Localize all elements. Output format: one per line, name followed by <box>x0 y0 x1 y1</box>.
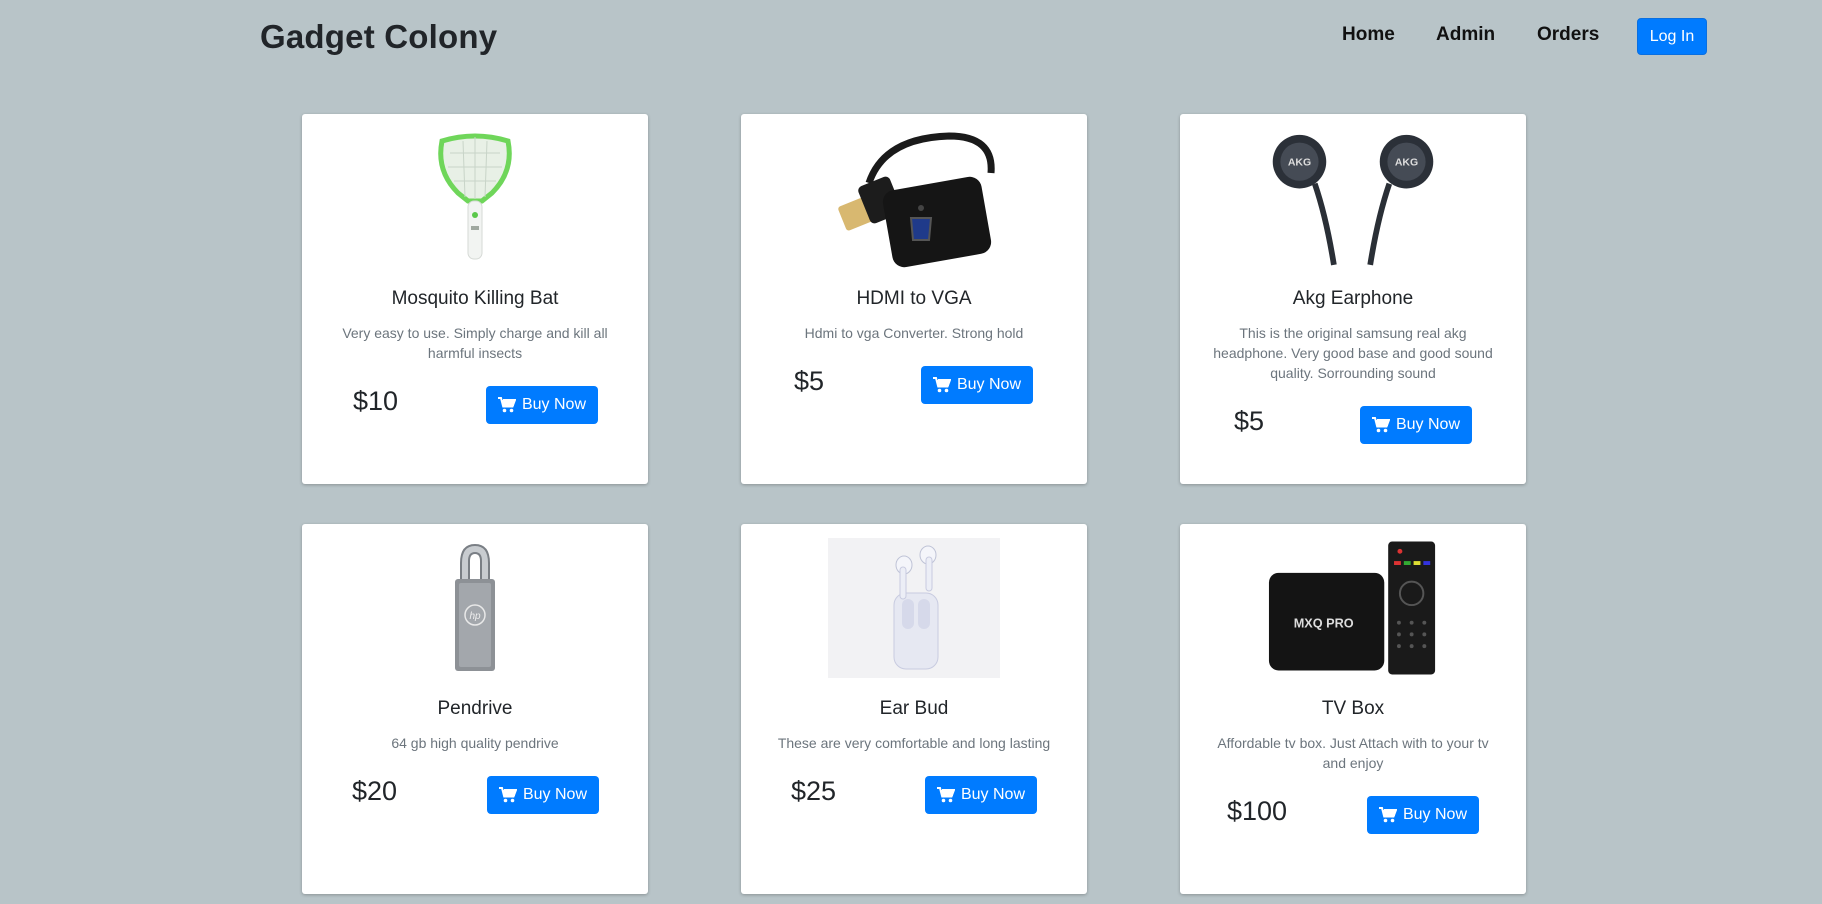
product-card-ear-bud: Ear Bud These are very comfortable and l… <box>741 524 1087 894</box>
product-price: $10 <box>353 386 399 416</box>
buy-now-button[interactable]: Buy Now <box>1360 406 1472 444</box>
nav-orders-link[interactable]: Orders <box>1537 24 1599 46</box>
tv-box-icon: MXQ PRO <box>1267 538 1439 678</box>
svg-text:hp: hp <box>469 611 481 622</box>
earphone-icon: AKG AKG <box>1267 128 1439 268</box>
earbuds-icon <box>828 538 1000 678</box>
product-card-tv-box: MXQ PRO TV Box Affordable tv box. Just A… <box>1180 524 1526 894</box>
buy-now-button[interactable]: Buy Now <box>486 386 598 424</box>
buy-now-button[interactable]: Buy Now <box>1367 796 1479 834</box>
product-title: Pendrive <box>437 698 513 719</box>
product-description: 64 gb high quality pendrive <box>391 735 559 751</box>
svg-text:MXQ PRO: MXQ PRO <box>1294 617 1354 631</box>
shopping-cart-icon <box>936 787 955 803</box>
buy-now-label: Buy Now <box>522 786 588 803</box>
pendrive-icon: hp <box>389 538 561 678</box>
product-description: Very easy to use. Simply charge and kill… <box>342 325 608 361</box>
product-price: $20 <box>352 776 398 806</box>
shopping-cart-icon <box>497 397 516 413</box>
hdmi-vga-adapter-icon <box>828 128 1000 268</box>
product-card-hdmi-vga: HDMI to VGA Hdmi to vga Converter. Stron… <box>741 114 1087 484</box>
product-title: Akg Earphone <box>1292 288 1414 309</box>
product-price: $5 <box>794 366 825 396</box>
product-description: Affordable tv box. Just Attach with to y… <box>1217 735 1489 771</box>
product-card-mosquito-bat: Mosquito Killing Bat Very easy to use. S… <box>302 114 648 484</box>
product-description: These are very comfortable and long last… <box>777 735 1051 751</box>
product-title: TV Box <box>1321 698 1385 719</box>
product-description: Hdmi to vga Converter. Strong hold <box>804 325 1024 341</box>
shopping-cart-icon <box>932 377 951 393</box>
product-card-pendrive: hp Pendrive 64 gb high quality pendrive … <box>302 524 648 894</box>
buy-now-label: Buy Now <box>1402 806 1468 823</box>
svg-text:AKG: AKG <box>1395 157 1418 169</box>
buy-now-label: Buy Now <box>956 376 1022 393</box>
product-description: This is the original samsung real akg he… <box>1213 325 1493 381</box>
buy-now-label: Buy Now <box>960 786 1026 803</box>
product-title: Mosquito Killing Bat <box>391 288 559 309</box>
shopping-cart-icon <box>498 787 517 803</box>
product-card-akg-earphone: AKG AKG Akg Earphone This is the origina… <box>1180 114 1526 484</box>
buy-now-button[interactable]: Buy Now <box>487 776 599 814</box>
shopping-cart-icon <box>1378 807 1397 823</box>
brand-title: Gadget Colony <box>260 18 498 55</box>
product-price: $25 <box>791 776 837 806</box>
svg-text:AKG: AKG <box>1288 157 1311 169</box>
login-button[interactable]: Log In <box>1637 18 1707 55</box>
buy-now-button[interactable]: Buy Now <box>921 366 1033 404</box>
buy-now-button[interactable]: Buy Now <box>925 776 1037 814</box>
product-price: $100 <box>1227 796 1288 826</box>
product-title: HDMI to VGA <box>856 288 972 309</box>
nav-home-link[interactable]: Home <box>1342 24 1395 46</box>
mosquito-bat-icon <box>389 128 561 268</box>
product-price: $5 <box>1234 406 1265 436</box>
buy-now-label: Buy Now <box>521 396 587 413</box>
shopping-cart-icon <box>1371 417 1390 433</box>
buy-now-label: Buy Now <box>1395 416 1461 433</box>
product-title: Ear Bud <box>879 698 949 719</box>
nav-admin-link[interactable]: Admin <box>1436 24 1495 46</box>
